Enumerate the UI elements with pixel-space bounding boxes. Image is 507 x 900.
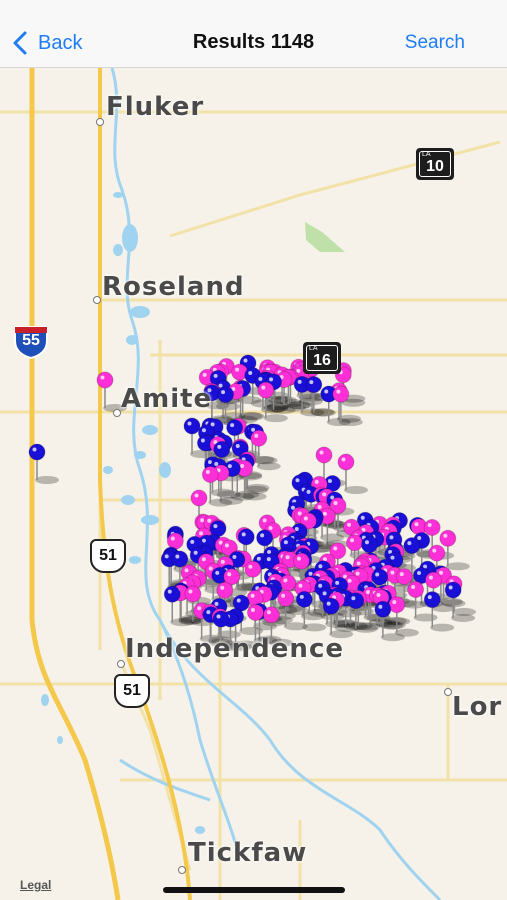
navigation-bar: Back Results 1148 Search [0, 0, 507, 68]
us-51-shield: 51 [114, 674, 150, 708]
legal-link[interactable]: Legal [20, 878, 51, 892]
map-view[interactable]: Fluker Roseland Amite Independence Tickf… [0, 68, 507, 900]
town-marker [178, 866, 186, 874]
town-loranger: Lor [452, 692, 503, 722]
town-tickfaw: Tickfaw [188, 838, 308, 868]
town-independence: Independence [125, 634, 344, 664]
town-marker [93, 296, 101, 304]
la-10-shield: LA 10 [416, 148, 454, 180]
town-marker [113, 409, 121, 417]
us-51-shield: 51 [90, 539, 126, 573]
search-button[interactable]: Search [405, 32, 465, 54]
town-marker [117, 660, 125, 668]
town-roseland: Roseland [102, 272, 245, 302]
pin-cluster-layer[interactable] [0, 68, 507, 900]
map-pin[interactable] [337, 453, 368, 494]
town-fluker: Fluker [106, 92, 205, 122]
interstate-55-shield: 55 [12, 323, 50, 359]
la-16-shield: LA 16 [303, 342, 341, 374]
home-indicator [163, 887, 345, 893]
town-amite: Amite [121, 384, 213, 414]
town-marker [444, 688, 452, 696]
map-pin[interactable] [28, 443, 59, 484]
town-marker [96, 118, 104, 126]
